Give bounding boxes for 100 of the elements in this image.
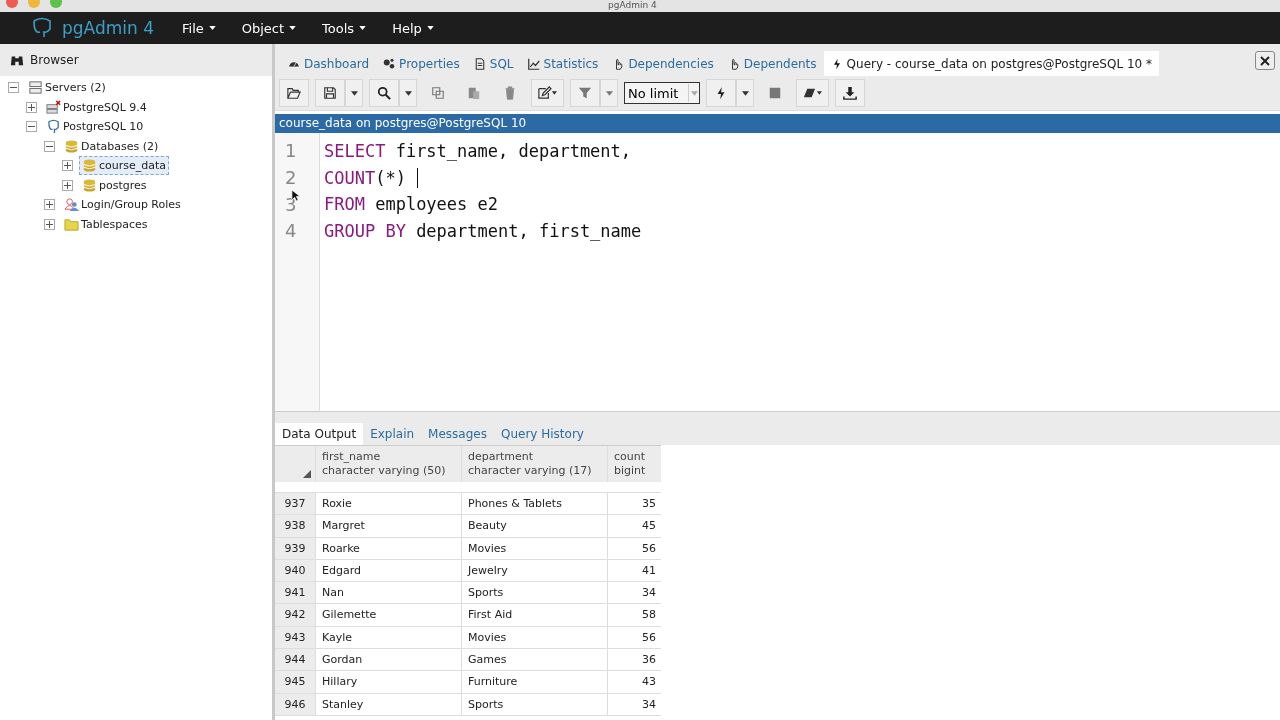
line-number: 2 <box>285 168 297 189</box>
app-brand[interactable]: pgAdmin 4 <box>62 18 154 38</box>
collapse-toggle[interactable] <box>8 82 19 94</box>
tree-item[interactable]: postgres <box>79 175 150 195</box>
row-number: 942 <box>275 604 315 626</box>
search-button[interactable] <box>369 79 399 107</box>
folder-icon <box>64 216 79 232</box>
expand-toggle[interactable] <box>62 160 73 172</box>
tab[interactable]: Properties <box>376 51 467 76</box>
copy-icon <box>431 86 445 100</box>
trash-icon <box>503 86 517 100</box>
clear-button[interactable] <box>796 79 829 107</box>
table-cell: 35 <box>607 493 661 515</box>
code-line: SELECT first_name, department, <box>324 140 632 163</box>
filter-button[interactable] <box>570 79 600 107</box>
table-cell: Games <box>461 649 607 671</box>
table-cell: Beauty <box>461 515 607 537</box>
tab[interactable]: Explain <box>363 423 422 445</box>
table-cell: Edgard <box>315 559 461 582</box>
column-type: character varying (17) <box>468 464 593 478</box>
tab[interactable]: Messages <box>421 423 494 445</box>
server-disconnected-icon <box>46 99 61 115</box>
tab[interactable]: Dashboard <box>281 51 377 76</box>
tab[interactable]: Data Output <box>275 423 364 445</box>
row-number: 945 <box>275 671 315 693</box>
close-button[interactable] <box>1255 51 1275 70</box>
expand-toggle[interactable] <box>44 199 55 211</box>
menu-item[interactable]: File <box>182 20 216 36</box>
tab[interactable]: Dependencies <box>605 51 721 76</box>
tree-item[interactable]: Servers (2) <box>25 78 109 98</box>
tree-item[interactable]: Login/Group Roles <box>61 195 184 215</box>
row-number: 937 <box>275 493 315 515</box>
expand-toggle[interactable] <box>26 101 37 113</box>
table-cell: 45 <box>607 515 661 537</box>
panel-title: Browser <box>30 53 79 67</box>
code-line: GROUP BY department, first_name <box>324 220 642 244</box>
tab[interactable]: Dependents <box>720 51 824 76</box>
caret-icon <box>690 90 698 96</box>
table-cell: Roarke <box>315 537 461 559</box>
tab[interactable]: Query History <box>493 423 591 445</box>
table-cell: Gilemette <box>315 604 461 626</box>
execute-button[interactable] <box>706 79 736 107</box>
column-header[interactable]: count bigint <box>607 446 661 482</box>
row-limit-select[interactable]: No limit <box>624 82 700 104</box>
dropdown-button[interactable] <box>399 79 417 107</box>
table-cell: 36 <box>607 649 661 671</box>
download-button[interactable] <box>835 79 865 107</box>
column-name: count <box>614 450 647 464</box>
table-cell: 34 <box>607 582 661 604</box>
code-line: FROM employees e2 <box>324 193 498 217</box>
open-file-button[interactable] <box>279 79 309 107</box>
tree-item[interactable]: Tablespaces <box>61 214 151 234</box>
search-icon <box>377 86 391 100</box>
menu-item[interactable]: Object <box>241 20 297 36</box>
menu-item[interactable]: Help <box>392 20 434 36</box>
tab[interactable]: Statistics <box>520 51 606 76</box>
collapse-toggle[interactable] <box>44 140 55 152</box>
close-icon <box>1260 55 1270 66</box>
save-button[interactable] <box>315 79 345 107</box>
line-number: 3 <box>285 194 297 215</box>
row-number: 946 <box>275 693 315 715</box>
line-chart-icon <box>527 57 540 70</box>
table-cell: Jewelry <box>461 559 607 582</box>
server-group-icon <box>28 80 43 96</box>
collapse-toggle[interactable] <box>26 121 37 133</box>
table-cell: Hillary <box>315 671 461 693</box>
table-cell: Stanley <box>315 693 461 715</box>
caret-icon <box>208 26 216 30</box>
column-header[interactable]: first_name character varying (50) <box>315 446 461 482</box>
row-number: 938 <box>275 515 315 537</box>
row-number: 940 <box>275 559 315 582</box>
table-cell: Sports <box>461 693 607 715</box>
line-number: 4 <box>285 221 297 242</box>
column-header[interactable]: department character varying (17) <box>461 446 607 482</box>
caret-icon <box>359 26 367 30</box>
table-cell: 41 <box>607 559 661 582</box>
tree-item[interactable]: course_data <box>79 156 170 176</box>
menu-item[interactable]: Tools <box>322 20 367 36</box>
tab[interactable]: SQL <box>466 51 521 76</box>
expand-toggle[interactable] <box>44 218 55 230</box>
dropdown-button[interactable] <box>736 79 754 107</box>
caret-icon <box>289 26 297 30</box>
connection-bar: course_data on postgres@PostgreSQL 10 <box>275 114 1280 133</box>
table-cell: Nan <box>315 582 461 604</box>
dropdown-button[interactable] <box>600 79 618 107</box>
tree-item[interactable]: PostgreSQL 10 <box>43 117 147 137</box>
expand-toggle[interactable] <box>62 179 73 191</box>
tab[interactable]: Query - course_data on postgres@PostgreSQL 10 * <box>823 51 1159 76</box>
column-type: bigint <box>614 464 647 478</box>
caret-icon <box>350 90 358 96</box>
row-number: 944 <box>275 649 315 671</box>
table-cell: First Aid <box>461 604 607 626</box>
dropdown-button[interactable] <box>345 79 363 107</box>
table-cell: 56 <box>607 626 661 649</box>
clipboard-icon <box>467 86 481 100</box>
tree-item[interactable]: Databases (2) <box>61 136 162 156</box>
code-editor[interactable]: 1 2 3 4 SELECT first_name, department, COUNT(*) FROM employees e2 GROUP BY department, first_name <box>275 133 1280 411</box>
tree-item[interactable]: PostgreSQL 9.4 <box>43 97 150 117</box>
edit-button[interactable] <box>531 79 564 107</box>
window-title: pgAdmin 4 <box>608 0 657 11</box>
